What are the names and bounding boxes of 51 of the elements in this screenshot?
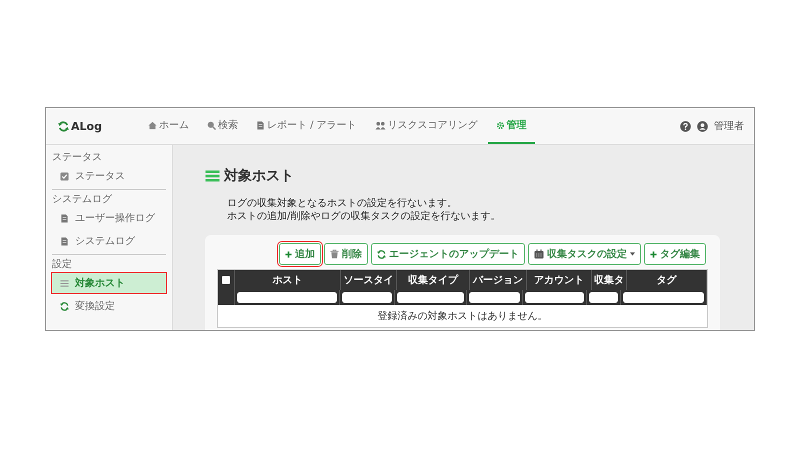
checkbox-icon (60, 172, 69, 180)
plus-icon (285, 250, 292, 258)
filter-field[interactable] (397, 292, 464, 303)
nav-tab[interactable]: 検索 (199, 108, 246, 144)
toolbar-button[interactable]: タグ編集 (644, 243, 706, 265)
list-icon (205, 170, 220, 182)
empty-message: 登録済みの対象ホストはありません。 (376, 310, 548, 324)
people-icon (374, 120, 386, 130)
document-icon (60, 214, 69, 222)
sidebar-item[interactable]: 対象ホスト (52, 273, 166, 293)
sidebar-item[interactable]: ユーザー操作ログ (52, 208, 166, 228)
sidebar-item[interactable]: システムログ (52, 231, 166, 251)
filter-field[interactable] (237, 292, 337, 303)
user-name[interactable]: 管理者 (714, 119, 744, 133)
help-icon[interactable] (680, 120, 691, 132)
description-text: ホストの追加/削除やログの収集タスクの設定を行ないます。 (227, 210, 502, 223)
nav-tab[interactable]: レポート / アラート (248, 108, 365, 144)
section-title: システムログ (52, 193, 113, 206)
section-title: 設定 (52, 258, 73, 271)
toolbar-button[interactable]: エージェントのアップデート (371, 243, 525, 265)
description-text: ログの収集対象となるホストの設定を行ないます。 (227, 197, 458, 210)
filter-field[interactable] (623, 292, 704, 303)
document-icon (256, 120, 265, 130)
sidebar-item[interactable]: 変換設定 (52, 296, 166, 316)
sidebar-item[interactable]: ステータス (52, 166, 166, 186)
logo-text: ALog (71, 120, 102, 132)
user-icon (697, 120, 708, 132)
nav-tab[interactable]: ホーム (140, 108, 197, 144)
home-icon (148, 120, 157, 130)
document-icon (60, 236, 69, 246)
calendar-icon (534, 249, 544, 259)
nav-tab[interactable]: 管理 (488, 108, 535, 144)
toolbar-button[interactable]: 収集タスクの設定 (528, 243, 641, 265)
refresh-icon (60, 302, 69, 310)
toolbar-button[interactable]: 追加 (279, 243, 321, 265)
refresh-icon (377, 250, 386, 258)
plus-icon (650, 250, 657, 258)
filter-field[interactable] (342, 292, 392, 303)
toolbar-button[interactable]: 削除 (324, 243, 368, 265)
filter-field[interactable] (469, 292, 520, 303)
search-icon (207, 120, 216, 130)
nav-tab[interactable]: リスクスコアリング (366, 108, 486, 144)
section-title: ステータス (52, 151, 103, 164)
page-title: 対象ホスト (224, 167, 294, 185)
filter-field[interactable] (589, 292, 618, 303)
logo-icon (58, 120, 69, 132)
select-all-checkbox[interactable] (222, 276, 230, 284)
gear-icon (496, 120, 505, 130)
filter-field[interactable] (525, 292, 584, 303)
trash-icon (330, 249, 339, 259)
list-icon (60, 278, 69, 288)
